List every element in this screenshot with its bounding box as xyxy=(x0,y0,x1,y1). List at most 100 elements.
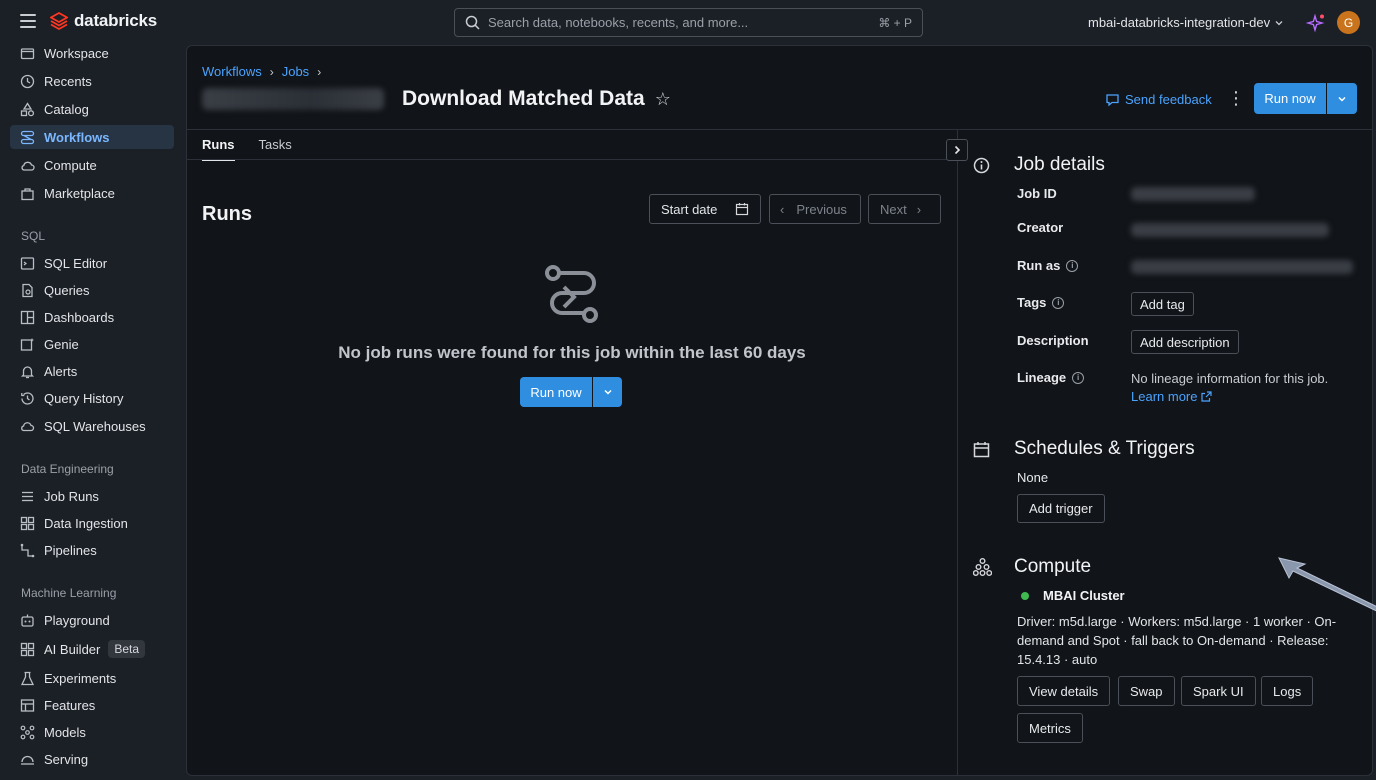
breadcrumb-jobs[interactable]: Jobs xyxy=(282,64,309,79)
run-now-button[interactable]: Run now xyxy=(1254,83,1326,114)
start-date-label: Start date xyxy=(661,201,718,217)
sidebar-item-label: Features xyxy=(44,697,96,713)
view-details-button[interactable]: View details xyxy=(1017,676,1111,706)
swap-button[interactable]: Swap xyxy=(1118,676,1175,706)
description-label: Description xyxy=(1017,333,1089,348)
send-feedback-link[interactable]: Send feedback xyxy=(1105,92,1212,107)
start-date-picker[interactable]: Start date xyxy=(649,194,761,224)
breadcrumb-separator-icon: › xyxy=(317,64,322,79)
tab-tasks[interactable]: Tasks xyxy=(259,137,292,161)
sidebar-item-label: Playground xyxy=(44,612,110,628)
sidebar-item-label: Job Runs xyxy=(44,488,99,504)
sidebar-item-pipelines[interactable]: Pipelines xyxy=(10,538,174,562)
add-description-button[interactable]: Add description xyxy=(1131,330,1239,354)
chevron-down-icon xyxy=(1275,20,1283,25)
send-feedback-label: Send feedback xyxy=(1125,92,1212,107)
cluster-name[interactable]: MBAI Cluster xyxy=(1043,588,1125,603)
annotation-arrow-icon xyxy=(1277,556,1376,619)
run-now-button[interactable]: Run now xyxy=(520,377,592,407)
sidebar-item-queries[interactable]: Queries xyxy=(10,278,174,302)
sidebar-item-alerts[interactable]: Alerts xyxy=(10,359,174,383)
workflows-icon xyxy=(20,130,35,145)
run-as-label: Run as i xyxy=(1017,258,1079,273)
previous-page-button[interactable]: ‹ Previous xyxy=(769,194,861,224)
logs-button[interactable]: Logs xyxy=(1261,676,1314,706)
calendar-icon xyxy=(973,441,990,461)
sidebar-item-marketplace[interactable]: Marketplace xyxy=(10,181,174,205)
sidebar-item-features[interactable]: Features xyxy=(10,693,174,717)
tab-divider xyxy=(187,159,957,160)
compute-heading: Compute xyxy=(1014,556,1092,577)
sidebar-item-label: Query History xyxy=(44,390,124,406)
star-icon[interactable]: ☆ xyxy=(655,89,671,110)
previous-label: Previous xyxy=(796,201,847,217)
run-as-info-icon[interactable]: i xyxy=(1066,259,1079,272)
sidebar-item-label: Dashboards xyxy=(44,309,115,325)
info-icon xyxy=(973,157,990,177)
sidebar-item-workflows[interactable]: Workflows xyxy=(10,125,174,149)
sidebar-item-data-ingestion[interactable]: Data Ingestion xyxy=(10,511,174,535)
catalog-icon xyxy=(20,101,35,117)
sidebar-item-label: Genie xyxy=(44,336,79,352)
collapse-panel-button[interactable] xyxy=(946,139,968,161)
run-now-dropdown-button[interactable] xyxy=(593,377,622,407)
sidebar-item-label: Data Ingestion xyxy=(44,515,128,531)
sidebar-item-serving[interactable]: Serving xyxy=(10,747,174,771)
assistant-sparkle-icon[interactable] xyxy=(1305,13,1326,36)
run-now-dropdown-button[interactable] xyxy=(1327,83,1357,114)
sidebar-item-label: Recents xyxy=(44,73,92,89)
next-label: Next xyxy=(880,201,907,217)
clock-icon xyxy=(20,74,35,89)
sidebar-item-workspace[interactable]: Workspace xyxy=(10,41,174,65)
tab-bar: Runs Tasks xyxy=(202,137,292,161)
sidebar: Workspace Recents Catalog Workflows Comp… xyxy=(0,38,186,780)
list-icon xyxy=(20,489,35,504)
sidebar-item-models[interactable]: Models xyxy=(10,720,174,744)
learn-more-link[interactable]: Learn more xyxy=(1131,389,1213,404)
user-avatar[interactable]: G xyxy=(1337,11,1360,34)
learn-more-label: Learn more xyxy=(1131,389,1198,404)
add-trigger-button[interactable]: Add trigger xyxy=(1017,494,1105,523)
databricks-logo[interactable]: databricks xyxy=(50,11,157,31)
chevron-left-icon: ‹ xyxy=(780,201,785,217)
sidebar-item-sql-warehouses[interactable]: SQL Warehouses xyxy=(10,414,174,438)
sidebar-item-playground[interactable]: Playground xyxy=(10,608,174,632)
spark-ui-button[interactable]: Spark UI xyxy=(1181,676,1256,706)
sidebar-item-experiments[interactable]: Experiments xyxy=(10,666,174,690)
external-link-icon xyxy=(1201,391,1213,402)
sidebar-item-compute[interactable]: Compute xyxy=(10,153,174,177)
sidebar-item-label: Compute xyxy=(44,157,97,173)
tags-info-icon[interactable]: i xyxy=(1052,296,1065,309)
breadcrumb-separator-icon: › xyxy=(269,64,274,79)
next-page-button[interactable]: Next › xyxy=(868,194,941,224)
search-input[interactable]: Search data, notebooks, recents, and mor… xyxy=(454,8,923,37)
tab-runs[interactable]: Runs xyxy=(202,137,235,161)
chevron-down-icon xyxy=(603,389,612,395)
sidebar-item-recents[interactable]: Recents xyxy=(10,69,174,93)
cloud-icon xyxy=(20,158,35,173)
sidebar-item-dashboards[interactable]: Dashboards xyxy=(10,305,174,329)
sidebar-item-label: AI Builder xyxy=(44,641,101,657)
run-now-split-button: Run now xyxy=(1254,83,1357,114)
sidebar-item-query-history[interactable]: Query History xyxy=(10,386,174,410)
sidebar-item-catalog[interactable]: Catalog xyxy=(10,97,174,121)
sidebar-item-sql-editor[interactable]: SQL Editor xyxy=(10,251,174,275)
panel-divider xyxy=(957,130,958,776)
metrics-button[interactable]: Metrics xyxy=(1017,713,1083,743)
workspace-selector[interactable]: mbai-databricks-integration-dev xyxy=(1088,15,1284,30)
sidebar-item-genie[interactable]: Genie xyxy=(10,332,174,356)
warehouse-icon xyxy=(20,419,35,434)
page-title[interactable]: Download Matched Data xyxy=(402,87,645,111)
more-options-icon[interactable]: ⋮ xyxy=(1227,89,1245,107)
add-tag-button[interactable]: Add tag xyxy=(1131,292,1194,316)
sidebar-item-job-runs[interactable]: Job Runs xyxy=(10,484,174,508)
runs-heading: Runs xyxy=(202,203,252,225)
breadcrumb-workflows[interactable]: Workflows xyxy=(202,64,262,79)
logo-text: databricks xyxy=(74,11,158,30)
sidebar-item-label: Catalog xyxy=(44,101,89,117)
lineage-info-icon[interactable]: i xyxy=(1072,371,1085,384)
sidebar-item-ai-builder[interactable]: AI Builder Beta xyxy=(10,637,174,661)
workflow-empty-state-icon xyxy=(544,263,600,328)
bell-icon xyxy=(20,364,35,379)
menu-icon[interactable] xyxy=(20,14,36,28)
